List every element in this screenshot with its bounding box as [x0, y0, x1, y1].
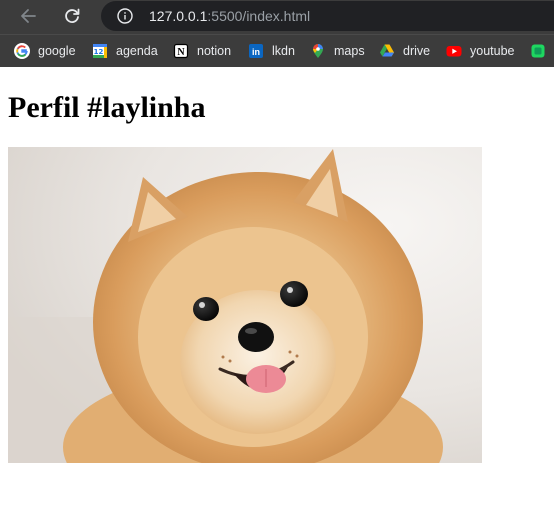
- bookmark-agenda[interactable]: 12 agenda: [92, 41, 158, 61]
- arrow-left-icon: [21, 9, 36, 23]
- url-host: 127.0.0.1: [149, 8, 208, 24]
- bookmark-label: notion: [197, 44, 232, 58]
- reload-icon: [65, 8, 80, 23]
- page-title: Perfil #laylinha: [8, 91, 206, 124]
- browser-toolbar: 127.0.0.1:5500/index.html: [0, 0, 554, 32]
- bookmark-label: youtube: [470, 44, 515, 58]
- pomeranian-dog-photo: [8, 147, 482, 463]
- bookmark-label: agenda: [116, 44, 158, 58]
- bookmark-google[interactable]: google: [14, 41, 76, 61]
- reload-button[interactable]: [60, 4, 84, 28]
- back-button[interactable]: [16, 4, 40, 28]
- notion-icon: N: [173, 43, 189, 59]
- linkedin-icon: in: [249, 44, 263, 58]
- green-app-icon: [531, 44, 545, 58]
- bookmarks-bar: google 12 agenda N notion in lkdn maps d…: [0, 34, 554, 67]
- address-bar[interactable]: 127.0.0.1:5500/index.html: [101, 1, 554, 31]
- bookmark-lkdn[interactable]: in lkdn: [248, 41, 295, 61]
- bookmark-notion[interactable]: N notion: [173, 41, 231, 61]
- url-path: :5500/index.html: [207, 8, 311, 24]
- bookmark-label: google: [38, 44, 76, 58]
- url-text[interactable]: 127.0.0.1:5500/index.html: [149, 7, 310, 25]
- bookmark-green-app[interactable]: [530, 41, 554, 61]
- notion-badge: N: [177, 47, 185, 58]
- bookmark-label: maps: [334, 44, 365, 58]
- bookmark-maps[interactable]: maps: [310, 41, 365, 61]
- info-icon[interactable]: [117, 8, 133, 24]
- youtube-icon: [446, 46, 462, 57]
- bookmark-youtube[interactable]: youtube: [446, 41, 514, 61]
- page-content: Perfil #laylinha: [0, 67, 554, 511]
- calendar-badge: 12: [94, 48, 104, 56]
- bookmark-drive[interactable]: drive: [379, 41, 430, 61]
- linkedin-badge: in: [252, 47, 260, 57]
- drive-icon: [380, 44, 394, 57]
- bookmark-label: drive: [403, 44, 431, 58]
- calendar-icon: 12: [93, 44, 107, 58]
- bookmark-label: lkdn: [272, 44, 295, 58]
- dog-illustration: [8, 147, 482, 463]
- browser-chrome: 127.0.0.1:5500/index.html google 12 agen…: [0, 0, 554, 67]
- maps-pin-icon: [313, 44, 323, 58]
- google-icon: [14, 43, 30, 59]
